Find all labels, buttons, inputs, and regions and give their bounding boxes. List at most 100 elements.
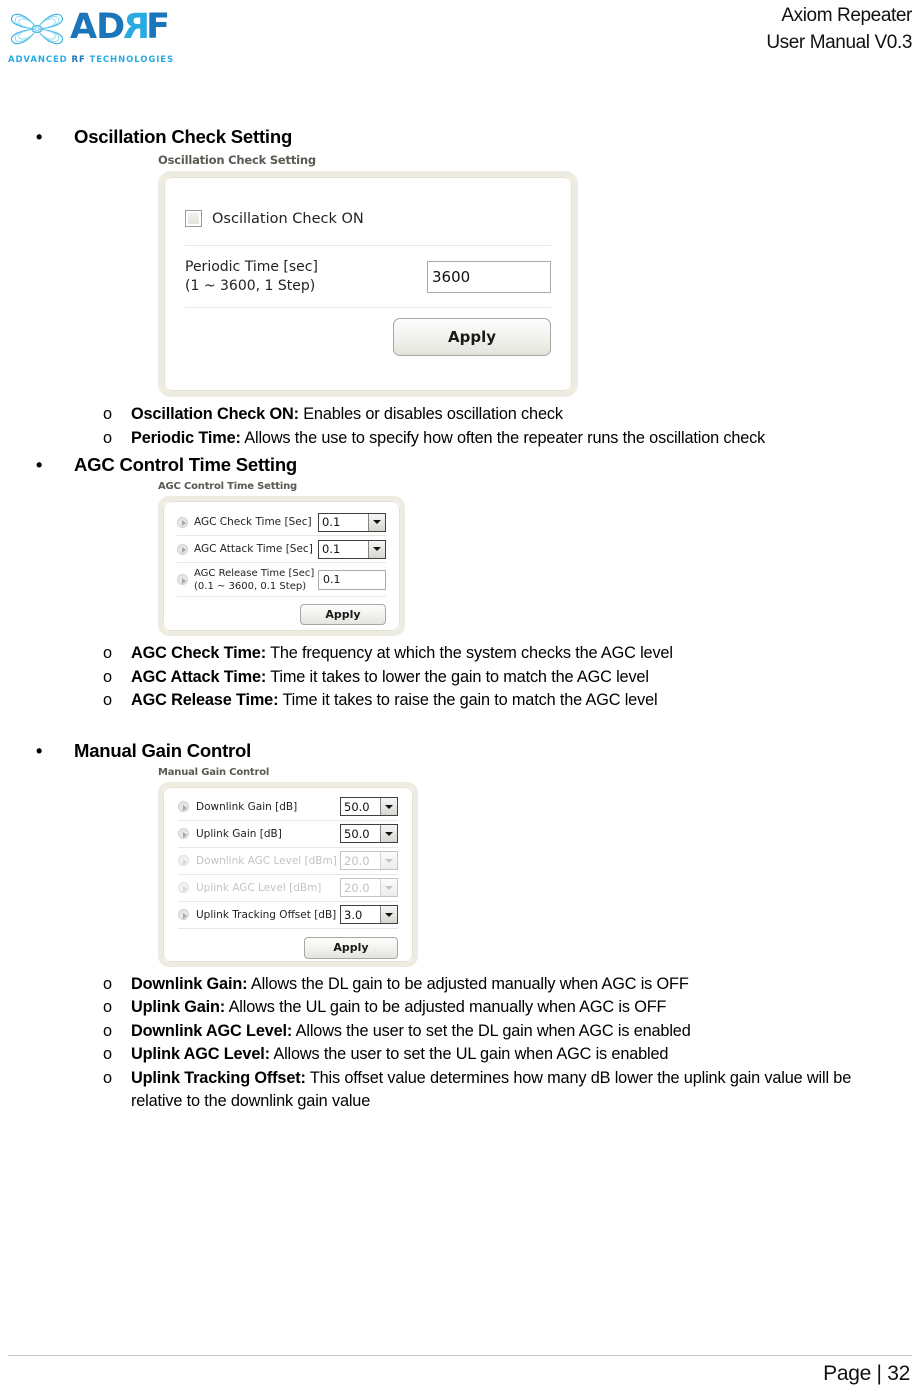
logo-r-text: R <box>124 7 151 47</box>
panel-oscillation-check: Oscillation Check ON Periodic Time [sec]… <box>158 171 578 397</box>
apply-button-oscillation[interactable]: Apply <box>393 318 551 356</box>
chevron-down-icon[interactable] <box>380 798 397 815</box>
agc-attack-time-label: AGC Attack Time [Sec] <box>177 543 318 555</box>
list-marker: o <box>103 974 112 993</box>
row-apply-agc: Apply <box>177 597 386 632</box>
row-downlink-gain[interactable]: Downlink Gain [dB] 50.0 <box>178 794 398 821</box>
periodic-time-input[interactable]: 3600 <box>427 260 551 293</box>
agc-attack-time-select[interactable]: 0.1 <box>318 539 386 559</box>
periodic-time-label-line2: (1 ~ 3600, 1 Step) <box>185 277 316 294</box>
uplink-tracking-offset-label: Uplink Tracking Offset [dB] <box>178 909 340 921</box>
list-item-desc: Enables or disables oscillation check <box>298 405 563 423</box>
logo-ad-text: AD <box>70 7 125 47</box>
row-uplink-agc-level: Uplink AGC Level [dBm] 20.0 <box>178 875 398 902</box>
uplink-gain-value: 50.0 <box>344 826 370 841</box>
uplink-agc-level-label-text: Uplink AGC Level [dBm] <box>196 881 322 894</box>
list-item-oscillation-check-on: o Oscillation Check ON: Enables or disab… <box>0 403 920 427</box>
tagline-rf: RF <box>71 55 86 65</box>
list-item-term: Periodic Time: <box>131 428 241 447</box>
row-bullet-icon <box>178 801 189 812</box>
list-item-term: AGC Release Time: <box>131 691 279 709</box>
row-oscillation-check-on[interactable]: Oscillation Check ON <box>185 192 551 246</box>
bullet-icon: • <box>36 127 43 147</box>
list-item-agc-release-time: o AGC Release Time: Time it takes to rai… <box>0 689 920 713</box>
list-item-desc: Allows the user to set the UL gain when … <box>269 1045 669 1063</box>
section-oscillation-check-setting: • Oscillation Check Setting Oscillation … <box>0 125 920 450</box>
row-apply-oscillation: Apply <box>185 308 551 366</box>
page-number: Page | 32 <box>823 1362 910 1385</box>
downlink-agc-level-label: Downlink AGC Level [dBm] <box>178 855 340 867</box>
oscillation-check-on-checkbox[interactable] <box>185 210 202 227</box>
uplink-gain-label: Uplink Gain [dB] <box>178 828 340 840</box>
agc-attack-time-label-text: AGC Attack Time [Sec] <box>194 543 313 555</box>
list-item-desc: Time it takes to raise the gain to match… <box>278 691 658 709</box>
document-content: • Oscillation Check Setting Oscillation … <box>0 125 920 1114</box>
row-periodic-time: Periodic Time [sec] (1 ~ 3600, 1 Step) 3… <box>185 246 551 308</box>
bullet-icon: • <box>36 455 43 475</box>
screenshot-manual-gain-control: Manual Gain Control Downlink Gain [dB] 5… <box>158 767 418 967</box>
agc-check-time-select[interactable]: 0.1 <box>318 512 386 532</box>
chevron-down-icon[interactable] <box>380 825 397 842</box>
list-item-term: Uplink Gain: <box>131 998 226 1016</box>
chevron-down-icon <box>380 852 397 869</box>
row-downlink-agc-level: Downlink AGC Level [dBm] 20.0 <box>178 848 398 875</box>
list-marker: o <box>103 1021 112 1040</box>
agc-release-time-label: AGC Release Time [Sec] (0.1 ~ 3600, 0.1 … <box>177 567 318 593</box>
row-uplink-gain[interactable]: Uplink Gain [dB] 50.0 <box>178 821 398 848</box>
uplink-tracking-offset-select[interactable]: 3.0 <box>340 905 398 924</box>
row-uplink-tracking-offset[interactable]: Uplink Tracking Offset [dB] 3.0 <box>178 902 398 929</box>
list-item-desc: Time it takes to lower the gain to match… <box>266 667 649 686</box>
list-item-term: Uplink Tracking Offset: <box>131 1068 306 1087</box>
chevron-down-icon[interactable] <box>368 540 385 558</box>
row-agc-attack-time[interactable]: AGC Attack Time [Sec] 0.1 <box>177 536 386 563</box>
panel-title-agc: AGC Control Time Setting <box>158 481 297 492</box>
chevron-down-icon[interactable] <box>380 906 397 923</box>
screenshot-oscillation-check-setting: Oscillation Check Setting Oscillation Ch… <box>158 153 578 397</box>
downlink-agc-level-select: 20.0 <box>340 851 398 870</box>
list-item-agc-attack-time: o AGC Attack Time: Time it takes to lowe… <box>0 666 920 690</box>
agc-attack-time-value: 0.1 <box>322 542 341 556</box>
list-marker: o <box>103 1045 112 1063</box>
section-manual-gain-control: • Manual Gain Control Manual Gain Contro… <box>0 739 920 1114</box>
list-item-term: Downlink Gain: <box>131 974 248 993</box>
adrf-tagline: ADVANCED RF TECHNOLOGIES <box>8 55 174 65</box>
row-bullet-icon <box>177 543 188 555</box>
list-item-term: Oscillation Check ON: <box>131 405 299 423</box>
chevron-down-icon <box>380 879 397 896</box>
list-item-desc: Allows the use to specify how often the … <box>240 428 766 447</box>
row-agc-release-time[interactable]: AGC Release Time [Sec] (0.1 ~ 3600, 0.1 … <box>177 563 386 597</box>
list-item-term: Downlink AGC Level: <box>131 1021 293 1040</box>
screenshot-agc-control-time-setting: AGC Control Time Setting AGC Check Time … <box>158 481 405 636</box>
adrf-logo: AD RF ADVANCED RF TECHNOLOGIES <box>8 5 183 67</box>
agc-release-time-input[interactable]: 0.1 <box>318 569 386 590</box>
uplink-tracking-offset-value: 3.0 <box>344 907 363 922</box>
chevron-down-icon[interactable] <box>368 513 385 531</box>
row-bullet-icon <box>178 882 189 893</box>
list-marker: o <box>103 691 112 709</box>
periodic-time-label-line1: Periodic Time [sec] <box>185 258 318 275</box>
list-item-term: AGC Attack Time: <box>131 667 267 686</box>
uplink-agc-level-label: Uplink AGC Level [dBm] <box>178 882 340 894</box>
list-item-uplink-gain: o Uplink Gain: Allows the UL gain to be … <box>0 996 920 1020</box>
downlink-agc-level-value: 20.0 <box>344 853 370 868</box>
list-item-desc: Allows the UL gain to be adjusted manual… <box>225 998 667 1016</box>
section-heading-manual-gain: • Manual Gain Control <box>0 739 920 763</box>
oscillation-check-on-label: Oscillation Check ON <box>212 210 364 227</box>
list-marker: o <box>103 998 112 1016</box>
downlink-agc-level-label-text: Downlink AGC Level [dBm] <box>196 854 337 867</box>
adrf-logo-mark-icon <box>10 13 64 45</box>
apply-button-manual-gain[interactable]: Apply <box>304 936 398 959</box>
section-heading-agc: • AGC Control Time Setting <box>0 453 920 477</box>
agc-release-time-label-line1: AGC Release Time [Sec] <box>194 567 315 579</box>
uplink-gain-select[interactable]: 50.0 <box>340 824 398 843</box>
uplink-tracking-offset-label-text: Uplink Tracking Offset [dB] <box>196 908 337 921</box>
downlink-gain-select[interactable]: 50.0 <box>340 797 398 816</box>
agc-check-time-label: AGC Check Time [Sec] <box>177 516 318 528</box>
periodic-time-label: Periodic Time [sec] (1 ~ 3600, 1 Step) <box>185 258 427 296</box>
list-item-desc: The frequency at which the system checks… <box>265 644 673 662</box>
list-item-downlink-agc-level: o Downlink AGC Level: Allows the user to… <box>0 1020 920 1044</box>
row-agc-check-time[interactable]: AGC Check Time [Sec] 0.1 <box>177 509 386 536</box>
list-item-term: Uplink AGC Level: <box>131 1045 270 1063</box>
apply-button-agc[interactable]: Apply <box>300 604 386 625</box>
panel-agc-control-time: AGC Check Time [Sec] 0.1 AGC Attack Time… <box>158 496 405 636</box>
